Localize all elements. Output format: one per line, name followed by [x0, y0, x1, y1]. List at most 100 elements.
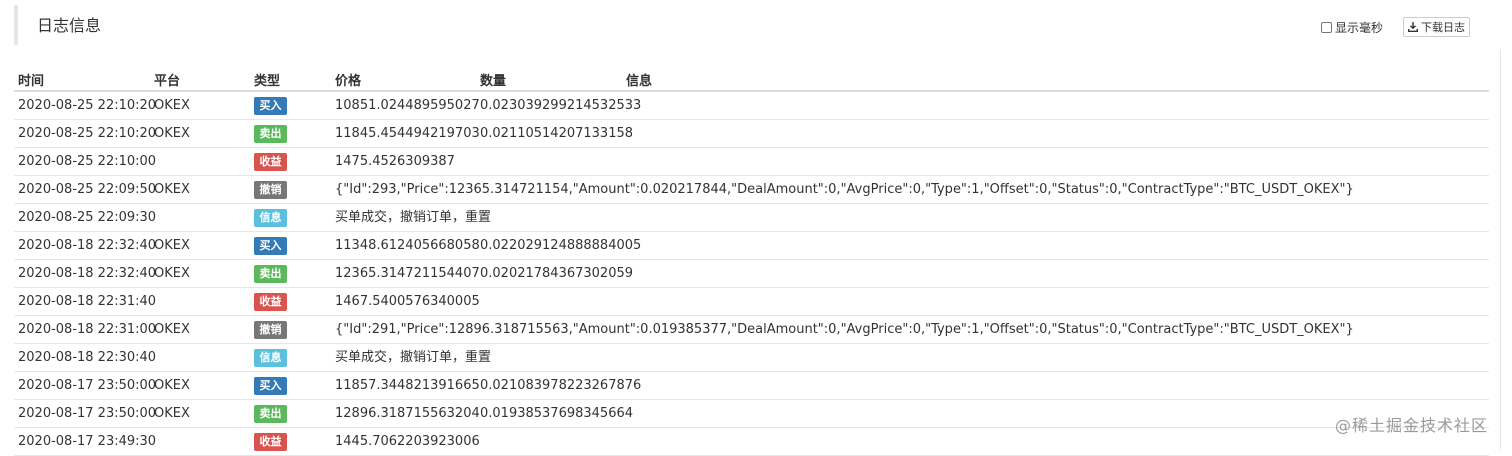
table-row: 2020-08-25 22:10:20 OKEX 买入 10851.024489595… [14, 92, 1489, 120]
row-type-badge-cell: 卖出 [254, 265, 287, 283]
row-price: 12365.314721154407 [335, 266, 480, 281]
row-type-badge-cell: 买入 [254, 97, 287, 115]
row-time: 2020-08-25 22:09:30 [18, 210, 157, 225]
scroll-edge [1500, 50, 1501, 449]
row-platform: OKEX [154, 98, 190, 113]
table-row: 2020-08-25 22:10:00 收益 1475.4526309387 [14, 148, 1489, 176]
show-milliseconds-label: 显示毫秒 [1335, 20, 1384, 35]
table-row: 2020-08-17 23:50:00 OKEX 买入 11857.344821391… [14, 372, 1489, 400]
row-time: 2020-08-17 23:50:00 [18, 378, 157, 393]
type-badge: 信息 [254, 349, 287, 367]
table-row: 2020-08-25 22:09:30 信息 买单成交，撤销订单，重置 [14, 204, 1489, 232]
type-badge: 买入 [254, 237, 287, 255]
table-body: 2020-08-25 22:10:20 OKEX 买入 10851.024489595… [14, 92, 1489, 456]
row-type-badge-cell: 买入 [254, 377, 287, 395]
header-accent-bar [14, 5, 18, 45]
row-platform: OKEX [154, 126, 190, 141]
column-header-platform: 平台 [154, 74, 181, 89]
type-badge: 卖出 [254, 125, 287, 143]
show-milliseconds-checkbox[interactable] [1321, 21, 1332, 33]
row-amount: 0.022029124888884005 [480, 238, 642, 253]
table-row: 2020-08-18 22:31:40 收益 1467.5400576340005 [14, 288, 1489, 316]
panel-title: 日志信息 [37, 16, 102, 35]
row-platform: OKEX [154, 322, 190, 337]
row-price: 11348.612405668058 [335, 238, 480, 253]
row-type-badge-cell: 收益 [254, 433, 287, 451]
row-amount: 0.02110514207133158 [480, 126, 634, 141]
download-log-button[interactable]: 下载日志 [1403, 17, 1470, 37]
row-platform: OKEX [154, 238, 190, 253]
row-type-badge-cell: 卖出 [254, 405, 287, 423]
row-time: 2020-08-25 22:09:50 [18, 182, 157, 197]
row-time: 2020-08-18 22:31:40 [18, 294, 157, 309]
download-icon [1408, 22, 1418, 32]
type-badge: 买入 [254, 377, 287, 395]
row-price: 1467.5400576340005 [335, 294, 480, 309]
row-time: 2020-08-18 22:32:40 [18, 238, 157, 253]
column-header-price: 价格 [335, 74, 362, 89]
type-badge: 卖出 [254, 405, 287, 423]
row-price: 买单成交，撤销订单，重置 [335, 210, 492, 225]
type-badge: 信息 [254, 209, 287, 227]
row-type-badge-cell: 撤销 [254, 321, 287, 339]
row-price: 11857.344821391665 [335, 378, 480, 393]
row-amount: 0.021083978223267876 [480, 378, 642, 393]
download-log-label: 下载日志 [1421, 21, 1465, 34]
row-type-badge-cell: 卖出 [254, 125, 287, 143]
log-panel: 日志信息 显示毫秒 下载日志 时间 平台 类型 价格 数量 信息 2020-08… [0, 0, 1512, 456]
row-type-badge-cell: 撤销 [254, 181, 287, 199]
row-type-badge-cell: 买入 [254, 237, 287, 255]
show-milliseconds-toggle[interactable]: 显示毫秒 [1321, 19, 1383, 35]
type-badge: 撤销 [254, 181, 287, 199]
row-platform: OKEX [154, 182, 190, 197]
type-badge: 买入 [254, 97, 287, 115]
row-amount: 0.01938537698345664 [480, 406, 634, 421]
row-price: {"Id":293,"Price":12365.314721154,"Amoun… [335, 182, 1354, 197]
table-row: 2020-08-18 22:32:40 OKEX 买入 11348.612405668… [14, 232, 1489, 260]
row-time: 2020-08-18 22:30:40 [18, 350, 157, 365]
column-header-info: 信息 [626, 74, 653, 89]
table-row: 2020-08-18 22:30:40 信息 买单成交，撤销订单，重置 [14, 344, 1489, 372]
log-table: 时间 平台 类型 价格 数量 信息 2020-08-25 22:10:20 OKE… [14, 62, 1489, 456]
table-header: 时间 平台 类型 价格 数量 信息 [14, 62, 1489, 92]
row-amount: 0.023039299214532533 [480, 98, 642, 113]
row-platform: OKEX [154, 266, 190, 281]
table-row: 2020-08-17 23:50:00 OKEX 卖出 12896.318715563… [14, 400, 1489, 428]
type-badge: 撤销 [254, 321, 287, 339]
table-row: 2020-08-17 23:49:30 收益 1445.7062203923006 [14, 428, 1489, 456]
row-time: 2020-08-25 22:10:20 [18, 98, 157, 113]
type-badge: 卖出 [254, 265, 287, 283]
row-price: 12896.318715563204 [335, 406, 480, 421]
row-price: 买单成交，撤销订单，重置 [335, 350, 492, 365]
panel-header: 日志信息 显示毫秒 下载日志 [0, 0, 1512, 50]
row-time: 2020-08-17 23:49:30 [18, 434, 157, 449]
column-header-time: 时间 [18, 74, 45, 89]
column-header-amount: 数量 [480, 74, 507, 89]
type-badge: 收益 [254, 293, 287, 311]
row-time: 2020-08-18 22:32:40 [18, 266, 157, 281]
row-time: 2020-08-25 22:10:00 [18, 154, 157, 169]
watermark: @稀土掘金技术社区 [1335, 416, 1489, 435]
row-type-badge-cell: 信息 [254, 209, 287, 227]
row-type-badge-cell: 收益 [254, 153, 287, 171]
table-row: 2020-08-25 22:09:50 OKEX 撤销 {"Id":293,"Pric… [14, 176, 1489, 204]
row-time: 2020-08-18 22:31:00 [18, 322, 157, 337]
row-price: 1445.7062203923006 [335, 434, 480, 449]
row-platform: OKEX [154, 378, 190, 393]
row-amount: 0.02021784367302059 [480, 266, 634, 281]
row-price: 10851.024489595027 [335, 98, 480, 113]
table-row: 2020-08-18 22:31:00 OKEX 撤销 {"Id":291,"Pric… [14, 316, 1489, 344]
row-price: 1475.4526309387 [335, 154, 455, 169]
row-time: 2020-08-25 22:10:20 [18, 126, 157, 141]
table-row: 2020-08-25 22:10:20 OKEX 卖出 11845.454494219… [14, 120, 1489, 148]
table-row: 2020-08-18 22:32:40 OKEX 卖出 12365.314721154… [14, 260, 1489, 288]
row-price: {"Id":291,"Price":12896.318715563,"Amoun… [335, 322, 1354, 337]
row-platform: OKEX [154, 406, 190, 421]
row-price: 11845.454494219703 [335, 126, 480, 141]
row-type-badge-cell: 信息 [254, 349, 287, 367]
type-badge: 收益 [254, 433, 287, 451]
type-badge: 收益 [254, 153, 287, 171]
row-type-badge-cell: 收益 [254, 293, 287, 311]
row-time: 2020-08-17 23:50:00 [18, 406, 157, 421]
column-header-type: 类型 [254, 74, 281, 89]
